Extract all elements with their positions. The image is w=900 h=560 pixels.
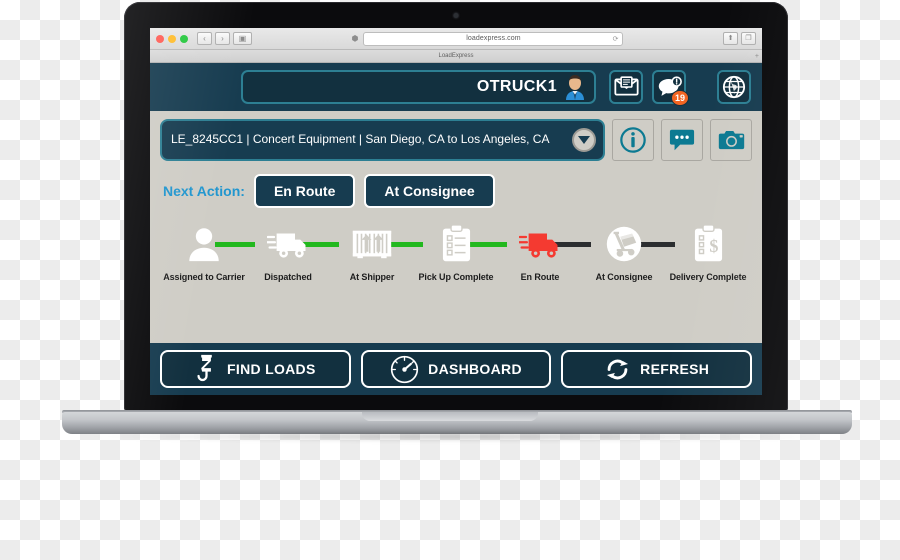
dashboard-label: DASHBOARD xyxy=(428,361,522,377)
progress-step-dispatched[interactable]: Dispatched xyxy=(246,222,340,282)
progress-step-pick-up-complete[interactable]: Pick Up Complete xyxy=(414,222,508,282)
progress-step-label: At Shipper xyxy=(349,272,395,282)
progress-step-label: Assigned to Carrier xyxy=(163,272,245,282)
forward-button[interactable]: › xyxy=(215,32,230,45)
magnet-hook-icon xyxy=(197,354,212,382)
chevron-down-icon[interactable] xyxy=(572,128,596,152)
browser-tab-bar: LoadExpress + xyxy=(150,50,762,63)
truck-icon xyxy=(267,222,309,266)
window-controls[interactable] xyxy=(156,34,188,43)
truck-red-icon xyxy=(519,222,561,266)
messages-button[interactable]: 19 xyxy=(652,70,689,106)
laptop-shadow xyxy=(90,432,824,441)
messages-badge: 19 xyxy=(670,90,689,106)
dashboard-button[interactable]: DASHBOARD xyxy=(360,350,552,388)
person-icon xyxy=(185,222,223,266)
loadexpress-app: OTRUCK1 19 LE_8245CC1 | Concert Equipmen… xyxy=(150,63,762,395)
chat-bubble-icon xyxy=(669,129,695,151)
load-summary-box[interactable]: LE_8245CC1 | Concert Equipment | San Die… xyxy=(160,119,605,161)
envelope-icon xyxy=(613,76,639,96)
progress-step-label: Dispatched xyxy=(264,272,312,282)
browser-toolbar: ‹ › ▣ ⬢ loadexpress.com ⟳ ⬆ ❐ xyxy=(150,28,762,50)
app-header: OTRUCK1 19 xyxy=(150,63,762,111)
webcam-icon xyxy=(453,13,459,18)
laptop-lid: ‹ › ▣ ⬢ loadexpress.com ⟳ ⬆ ❐ LoadExpres… xyxy=(124,2,788,414)
progress-step-at-consignee[interactable]: At Consignee xyxy=(582,222,676,282)
progress-step-label: En Route xyxy=(520,272,560,282)
find-loads-label: FIND LOADS xyxy=(227,361,316,377)
laptop-screen: ‹ › ▣ ⬢ loadexpress.com ⟳ ⬆ ❐ LoadExpres… xyxy=(150,28,762,395)
container-icon xyxy=(351,222,393,266)
close-window-button[interactable] xyxy=(156,34,164,43)
mail-button[interactable] xyxy=(609,70,643,104)
new-tab-button[interactable]: + xyxy=(755,53,759,60)
screenshot-stage: ‹ › ▣ ⬢ loadexpress.com ⟳ ⬆ ❐ LoadExpres… xyxy=(0,0,900,560)
load-summary-row: LE_8245CC1 | Concert Equipment | San Die… xyxy=(160,119,752,161)
minimize-window-button[interactable] xyxy=(168,34,176,43)
en-route-button[interactable]: En Route xyxy=(253,174,356,208)
user-name-label: OTRUCK1 xyxy=(476,78,557,95)
sidebar-toggle-button[interactable]: ▣ xyxy=(233,32,252,45)
address-bar-area: ⬢ loadexpress.com ⟳ xyxy=(252,31,723,46)
app-bottom-nav: FIND LOADS DASHBOARD REFRESH xyxy=(150,343,762,395)
load-info-button[interactable] xyxy=(612,119,654,161)
progress-step-assigned-to-carrier[interactable]: Assigned to Carrier xyxy=(162,222,256,282)
next-action-row: Next Action: En Route At Consignee xyxy=(160,174,752,208)
browser-nav-buttons[interactable]: ‹ › ▣ xyxy=(197,32,252,45)
user-account-button[interactable]: OTRUCK1 xyxy=(241,70,596,104)
load-camera-button[interactable] xyxy=(710,119,752,161)
laptop-base-notch xyxy=(362,412,538,421)
clipboard-icon xyxy=(441,222,472,266)
shield-icon: ⬢ xyxy=(351,34,359,43)
refresh-icon xyxy=(607,359,629,379)
show-tabs-button[interactable]: ❐ xyxy=(741,32,756,45)
at-consignee-button[interactable]: At Consignee xyxy=(364,174,495,208)
svg-text:$: $ xyxy=(709,236,718,256)
reload-icon[interactable]: ⟳ xyxy=(613,35,619,43)
gauge-icon xyxy=(391,355,419,383)
find-loads-button[interactable]: FIND LOADS xyxy=(160,350,351,388)
progress-step-delivery-complete[interactable]: $ Delivery Complete xyxy=(666,222,750,282)
progress-step-label: Delivery Complete xyxy=(669,272,747,282)
browser-right-buttons[interactable]: ⬆ ❐ xyxy=(723,32,756,45)
invoice-icon: $ xyxy=(693,222,724,266)
progress-connector xyxy=(466,242,508,247)
camera-icon xyxy=(718,130,744,150)
refresh-button[interactable]: REFRESH xyxy=(561,350,753,388)
hand-truck-icon xyxy=(605,222,643,266)
progress-step-en-route[interactable]: En Route xyxy=(498,222,592,282)
progress-step-label: Pick Up Complete xyxy=(418,272,494,282)
map-globe-button[interactable] xyxy=(717,70,751,104)
app-content: LE_8245CC1 | Concert Equipment | San Die… xyxy=(150,111,762,343)
user-avatar-icon xyxy=(562,74,588,100)
load-summary-text: LE_8245CC1 | Concert Equipment | San Die… xyxy=(171,132,550,147)
progress-step-label: At Consignee xyxy=(595,272,653,282)
next-action-label: Next Action: xyxy=(163,183,245,199)
refresh-label: REFRESH xyxy=(640,361,710,377)
globe-icon xyxy=(722,75,746,99)
info-circle-icon xyxy=(620,127,646,153)
maximize-window-button[interactable] xyxy=(180,34,188,43)
load-chat-button[interactable] xyxy=(661,119,703,161)
back-button[interactable]: ‹ xyxy=(197,32,212,45)
progress-step-at-shipper[interactable]: At Shipper xyxy=(330,222,424,282)
shipment-progress-tracker: Assigned to Carrier Dispatched At Shippe… xyxy=(160,222,752,282)
address-bar[interactable]: loadexpress.com ⟳ xyxy=(363,31,624,46)
share-button[interactable]: ⬆ xyxy=(723,32,738,45)
browser-tab-title[interactable]: LoadExpress xyxy=(438,53,473,59)
laptop-mockup: ‹ › ▣ ⬢ loadexpress.com ⟳ ⬆ ❐ LoadExpres… xyxy=(0,0,900,470)
address-bar-url: loadexpress.com xyxy=(466,35,521,42)
